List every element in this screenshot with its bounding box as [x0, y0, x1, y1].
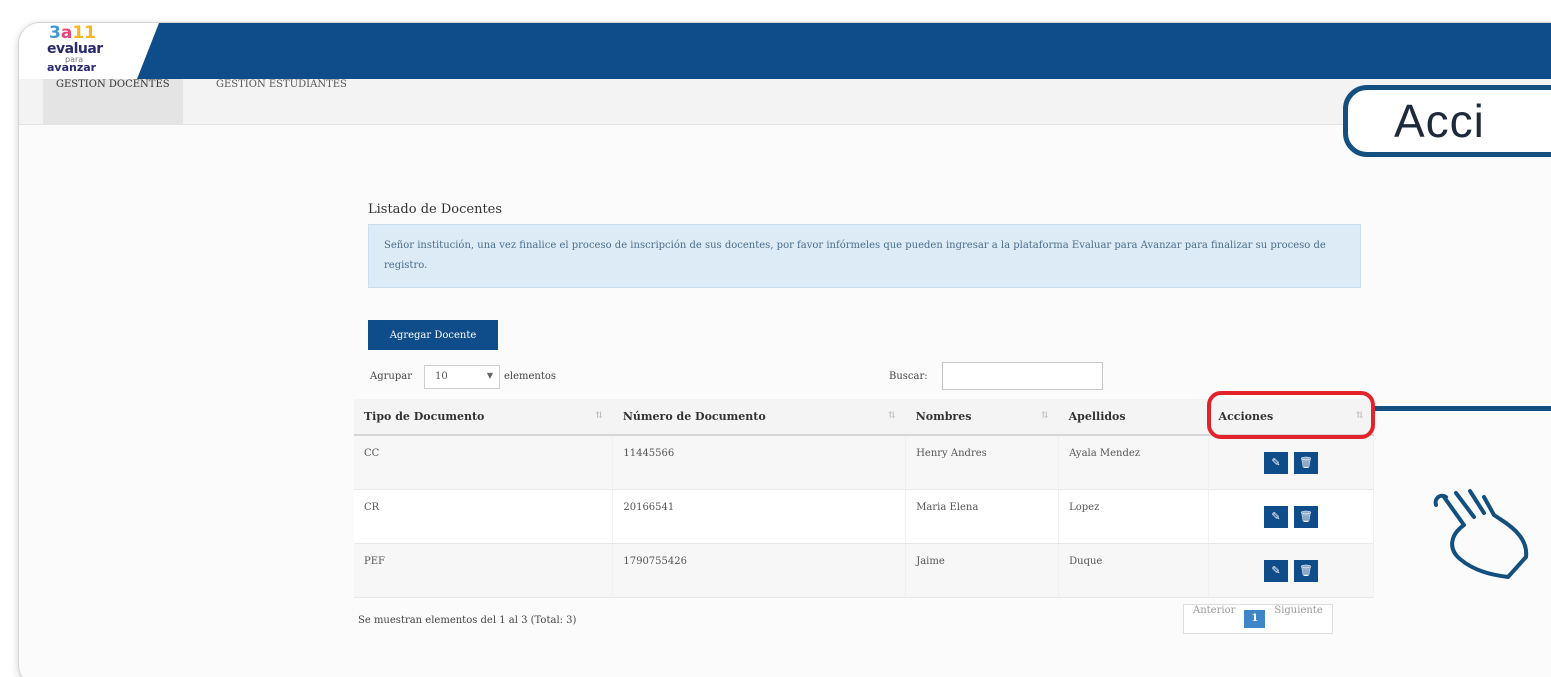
tab-gestion-docentes[interactable]: GESTION DOCENTES: [43, 79, 183, 125]
delete-trash-icon[interactable]: 🗑: [1294, 559, 1319, 582]
delete-trash-icon[interactable]: 🗑: [1294, 505, 1319, 528]
cell-tipo: CR: [354, 489, 614, 544]
edit-pencil-icon[interactable]: ✎: [1264, 505, 1289, 528]
column-header-nombres[interactable]: Nombres ⇅: [905, 399, 1059, 436]
info-notice: Señor institución, una vez finalice el p…: [368, 224, 1361, 288]
cell-nombres: Maria Elena: [905, 489, 1060, 544]
acciones-highlight-ring: [1207, 391, 1375, 439]
cell-apellidos: Lopez: [1058, 489, 1210, 544]
elements-label: elementos: [504, 371, 557, 382]
table-row: CC 11445566 Henry Andres Ayala Mendez ✎ 🗑: [354, 435, 1374, 490]
sort-icon: ⇅: [888, 411, 896, 421]
add-teacher-button[interactable]: Agregar Docente: [368, 320, 498, 350]
callout-connector-line: [1372, 406, 1551, 436]
cell-acciones: ✎ 🗑: [1208, 435, 1374, 490]
search-input[interactable]: [942, 362, 1103, 390]
cell-nombres: Henry Andres: [905, 435, 1060, 490]
sort-icon: ⇅: [1041, 411, 1049, 421]
table-row: CR 20166541 Maria Elena Lopez ✎ 🗑: [354, 489, 1374, 544]
table-row: PEF 1790755426 Jaime Duque ✎ 🗑: [354, 543, 1374, 598]
pager-prev[interactable]: Anterior: [1184, 605, 1244, 633]
cell-acciones: ✎ 🗑: [1208, 543, 1374, 598]
header-bar: 3a11 evaluar para avanzar: [19, 23, 1551, 79]
cell-tipo: CC: [354, 435, 614, 490]
group-label: Agrupar: [370, 371, 412, 382]
table-footer-info: Se muestran elementos del 1 al 3 (Total:…: [358, 615, 577, 626]
cell-acciones: ✎ 🗑: [1208, 489, 1374, 544]
cell-numero: 20166541: [612, 489, 907, 544]
page-size-select[interactable]: 10 ▼: [424, 365, 500, 389]
hand-pointer-icon: [1433, 489, 1529, 579]
column-header-numero[interactable]: Número de Documento ⇅: [612, 399, 906, 436]
cell-numero: 11445566: [612, 435, 907, 490]
nav-tabs: GESTION DOCENTES GESTION ESTUDIANTES: [19, 79, 1551, 125]
cell-apellidos: Ayala Mendez: [1058, 435, 1210, 490]
pagination: Anterior 1 Siguiente: [1183, 604, 1333, 634]
edit-pencil-icon[interactable]: ✎: [1264, 452, 1289, 474]
cell-apellidos: Duque: [1058, 543, 1210, 598]
column-header-tipo[interactable]: Tipo de Documento ⇅: [354, 399, 613, 436]
pager-next[interactable]: Siguiente: [1265, 605, 1331, 633]
edit-pencil-icon[interactable]: ✎: [1264, 559, 1289, 582]
callout-label: Acci: [1343, 85, 1551, 157]
chevron-down-icon: ▼: [486, 371, 493, 380]
tab-gestion-estudiantes[interactable]: GESTION ESTUDIANTES: [203, 79, 360, 125]
cell-tipo: PEF: [354, 543, 614, 598]
cell-nombres: Jaime: [905, 543, 1060, 598]
cell-numero: 1790755426: [612, 543, 907, 598]
app-logo[interactable]: 3a11 evaluar para avanzar: [45, 23, 125, 79]
page-size-value: 10: [435, 371, 448, 382]
delete-trash-icon[interactable]: 🗑: [1294, 452, 1319, 474]
logo-letter-a: a: [60, 23, 73, 43]
column-header-apellidos[interactable]: Apellidos: [1058, 399, 1209, 436]
sort-icon: ⇅: [595, 411, 603, 421]
search-label: Buscar:: [889, 371, 928, 382]
page-title: Listado de Docentes: [368, 202, 503, 217]
pager-current-page[interactable]: 1: [1244, 610, 1266, 628]
header-blue-band: [137, 23, 1551, 79]
logo-number-3: 3: [49, 23, 61, 43]
logo-word-avanzar: avanzar: [47, 61, 97, 74]
logo-number-11: 11: [72, 23, 96, 43]
